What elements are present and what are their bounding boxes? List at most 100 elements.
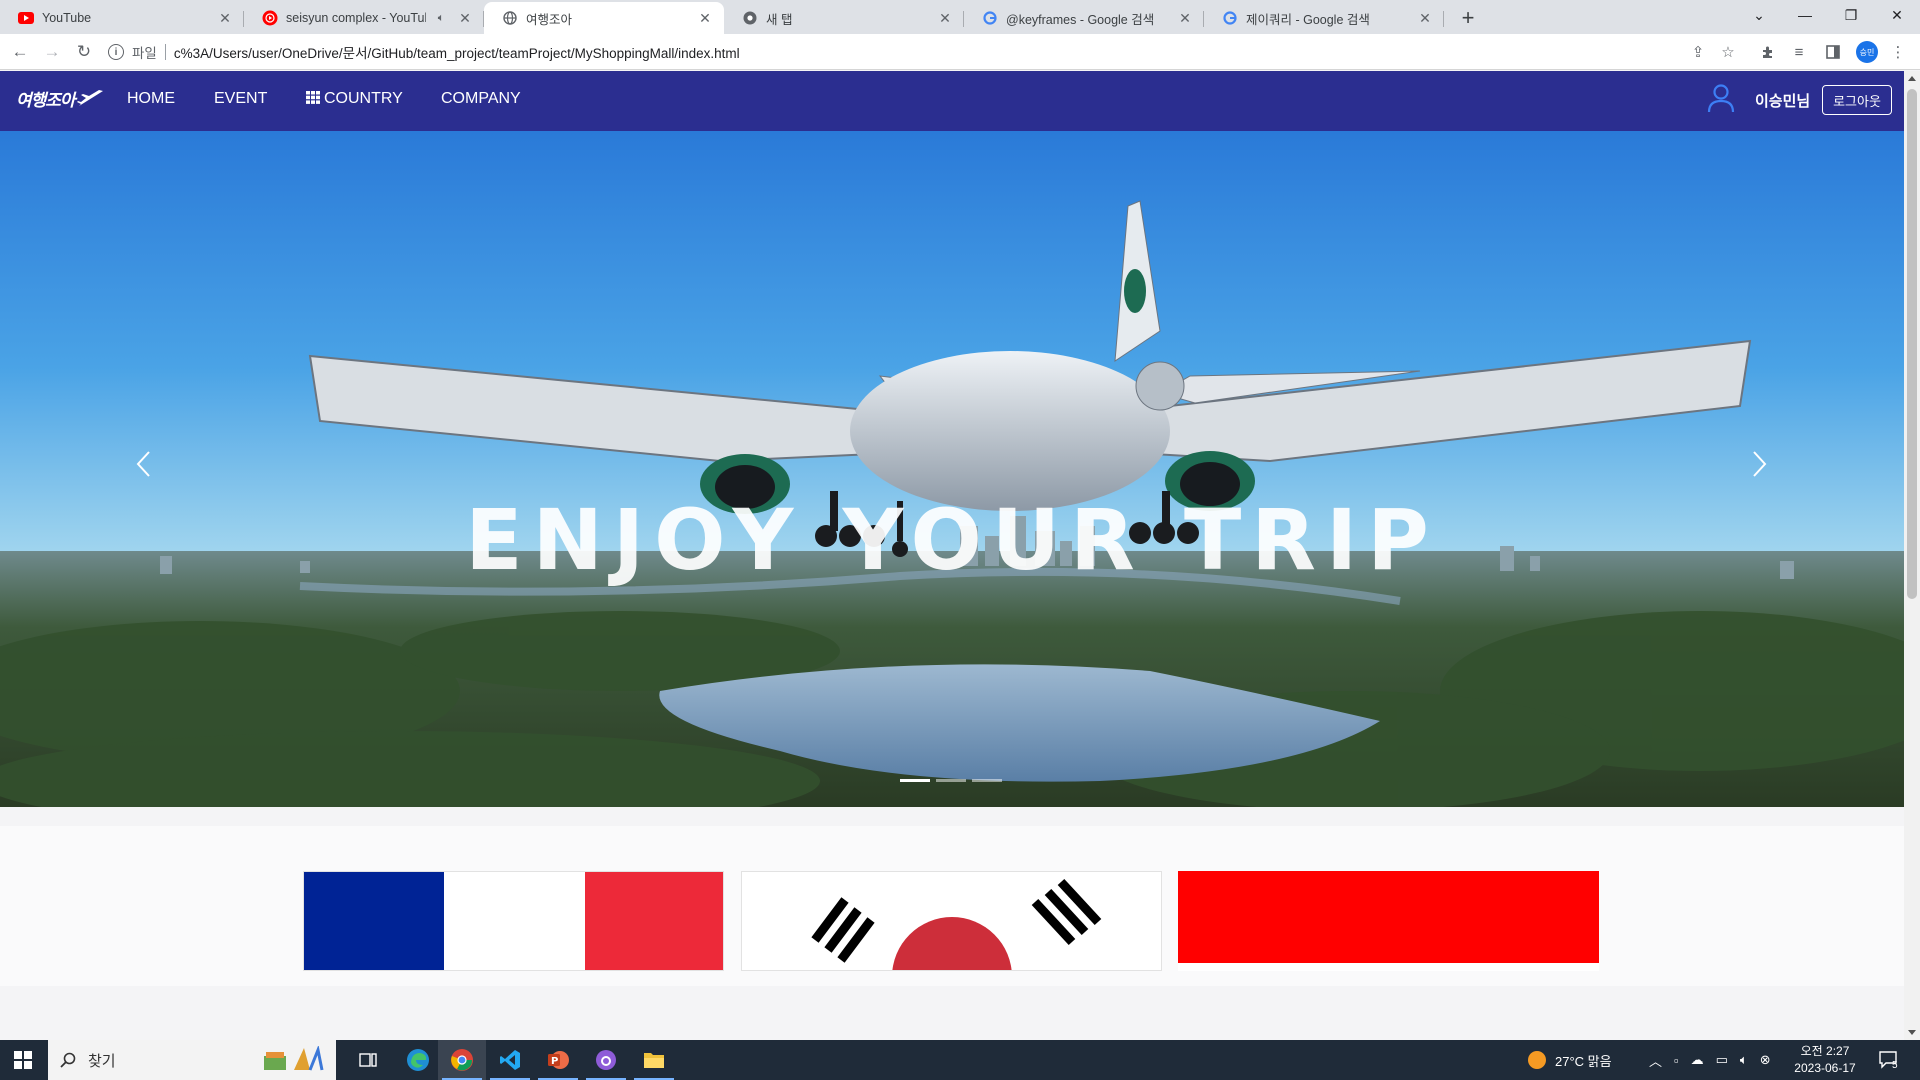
address-bar[interactable]: i 파일 c%3A/Users/user/OneDrive/문서/GitHub/… — [108, 38, 1728, 66]
korea-flag — [742, 872, 1161, 970]
svg-text:P: P — [551, 1056, 558, 1067]
user-greeting: 이승민님 — [1755, 93, 1811, 110]
profile-avatar[interactable]: 승민 — [1856, 41, 1878, 63]
info-icon[interactable]: i — [108, 44, 124, 60]
system-tray: ︿ ▫ ☁ ▭ 🔈︎ ⊗ — [1649, 1040, 1771, 1080]
hero-carousel: ENJOY YOUR TRIP — [0, 131, 1904, 807]
tab-new-tab[interactable]: 새 탭 ✕ — [724, 2, 964, 34]
carousel-indicator-1[interactable] — [900, 779, 930, 782]
chrome-icon — [742, 10, 758, 26]
carousel-indicator-3[interactable] — [972, 779, 1002, 782]
reload-icon[interactable]: ↻ — [70, 38, 98, 66]
share-icon[interactable]: ⇪ — [1688, 42, 1708, 62]
tab-google-keyframes[interactable]: @keyframes - Google 검색 ✕ — [964, 2, 1204, 34]
carousel-prev-button[interactable] — [123, 434, 163, 494]
vscode-icon[interactable] — [486, 1040, 534, 1080]
notification-center-button[interactable]: 5 — [1878, 1040, 1898, 1080]
tab-travel-site[interactable]: 여행조아 ✕ — [484, 2, 724, 34]
country-card-korea[interactable] — [741, 871, 1162, 971]
extensions-icon[interactable] — [1758, 42, 1778, 62]
logout-button[interactable]: 로그아웃 — [1822, 85, 1892, 115]
globe-icon — [502, 10, 518, 26]
bookmark-star-icon[interactable]: ☆ — [1718, 42, 1738, 62]
new-tab-button[interactable]: + — [1454, 4, 1482, 32]
forward-icon[interactable]: → — [38, 38, 66, 66]
close-tab-icon[interactable]: ✕ — [696, 9, 714, 27]
carousel-next-button[interactable] — [1740, 434, 1780, 494]
tab-title: seisyun complex - YouTube — [286, 11, 426, 25]
close-tab-icon[interactable]: ✕ — [456, 9, 474, 27]
onedrive-cloud-icon[interactable]: ☁ — [1691, 1052, 1704, 1068]
minimize-icon[interactable]: — — [1782, 0, 1828, 30]
powerpoint-icon[interactable]: P — [534, 1040, 582, 1080]
taskbar-clock[interactable]: 오전 2:27 2023-06-17 — [1785, 1043, 1865, 1077]
chrome-taskbar-icon[interactable] — [438, 1040, 486, 1080]
close-window-icon[interactable]: ✕ — [1874, 0, 1920, 30]
side-panel-icon[interactable] — [1823, 42, 1843, 62]
chevron-up-icon[interactable]: ︿ — [1649, 1051, 1662, 1070]
red-flag — [1178, 871, 1599, 971]
ime-icon[interactable]: ⊗ — [1760, 1052, 1771, 1068]
file-explorer-icon[interactable] — [630, 1040, 678, 1080]
close-tab-icon[interactable]: ✕ — [936, 9, 954, 27]
tab-title: YouTube — [42, 11, 92, 25]
close-tab-icon[interactable]: ✕ — [1416, 9, 1434, 27]
tab-seisyun-complex[interactable]: seisyun complex - YouTube 🔈︎ ✕ — [244, 2, 484, 34]
page-scrollbar[interactable] — [1904, 71, 1920, 1040]
youtube-music-icon — [262, 10, 278, 26]
country-card-france[interactable] — [303, 871, 724, 971]
nav-company[interactable]: COMPANY — [441, 90, 521, 108]
airplane-logo-icon — [76, 89, 103, 106]
nav-country-label: COUNTRY — [324, 90, 403, 107]
edge-icon[interactable] — [394, 1040, 442, 1080]
speaker-icon[interactable]: 🔈︎ — [432, 9, 450, 27]
restore-icon[interactable]: ❐ — [1828, 0, 1874, 30]
grid-icon — [306, 91, 320, 104]
media-controls-icon[interactable]: ≡ — [1789, 42, 1809, 62]
hero-slogan: ENJOY YOUR TRIP — [465, 491, 1439, 589]
search-placeholder: 찾기 — [88, 1052, 116, 1070]
nav-home[interactable]: HOME — [127, 90, 175, 108]
country-card-third[interactable] — [1178, 871, 1599, 971]
google-icon — [1222, 10, 1238, 26]
youtube-icon — [18, 10, 34, 26]
close-tab-icon[interactable]: ✕ — [1176, 9, 1194, 27]
network-icon[interactable]: ▭ — [1716, 1052, 1728, 1068]
task-view-icon[interactable] — [344, 1040, 392, 1080]
notification-count: 5 — [1892, 1059, 1898, 1071]
volume-icon[interactable]: 🔈︎ — [1740, 1052, 1748, 1068]
nav-event[interactable]: EVENT — [214, 90, 267, 108]
close-tab-icon[interactable]: ✕ — [216, 9, 234, 27]
site-logo[interactable]: 여행조아 — [16, 86, 105, 111]
airplane-city-hero-image — [0, 131, 1904, 807]
tab-title: @keyframes - Google 검색 — [1006, 12, 1155, 27]
chevron-left-icon — [136, 451, 150, 477]
search-highlight-icon — [264, 1046, 324, 1071]
github-desktop-icon[interactable] — [582, 1040, 630, 1080]
nav-country[interactable]: COUNTRY — [306, 90, 403, 108]
france-flag — [304, 872, 723, 970]
url-text: c%3A/Users/user/OneDrive/문서/GitHub/team_… — [173, 46, 740, 61]
chevron-right-icon — [1753, 451, 1767, 477]
meet-now-icon[interactable]: ▫ — [1674, 1053, 1679, 1068]
logo-text: 여행조아 — [16, 91, 76, 110]
scroll-thumb[interactable] — [1907, 89, 1917, 599]
carousel-indicator-2[interactable] — [936, 779, 966, 782]
weather-widget[interactable]: 27°C 맑음 — [1527, 1040, 1612, 1080]
tab-search-icon[interactable]: ⌄ — [1736, 0, 1782, 30]
user-icon[interactable] — [1706, 83, 1736, 113]
weather-text: 27°C 맑음 — [1555, 1053, 1612, 1069]
tab-title: 제이쿼리 - Google 검색 — [1246, 12, 1370, 27]
tab-youtube[interactable]: YouTube ✕ — [0, 2, 244, 34]
back-icon[interactable]: ← — [6, 38, 34, 66]
sun-icon — [1528, 1051, 1546, 1069]
taskbar-search-box[interactable]: 찾기 — [48, 1040, 336, 1080]
windows-taskbar: 찾기 P 27°C 맑음 ︿ ▫ ☁ ▭ 🔈︎ ⊗ 오전 2:27 2023-0… — [0, 1040, 1920, 1080]
windows-start-button[interactable] — [0, 1040, 46, 1080]
scroll-up-arrow[interactable] — [1908, 76, 1916, 81]
search-icon — [60, 1052, 76, 1068]
tab-google-jquery[interactable]: 제이쿼리 - Google 검색 ✕ — [1204, 2, 1444, 34]
menu-kebab-icon[interactable]: ⋮ — [1888, 42, 1908, 62]
site-navbar: 여행조아 HOME EVENT COUNTRY COMPANY 이승민님 로그아… — [0, 71, 1904, 131]
scroll-down-arrow[interactable] — [1908, 1030, 1916, 1035]
